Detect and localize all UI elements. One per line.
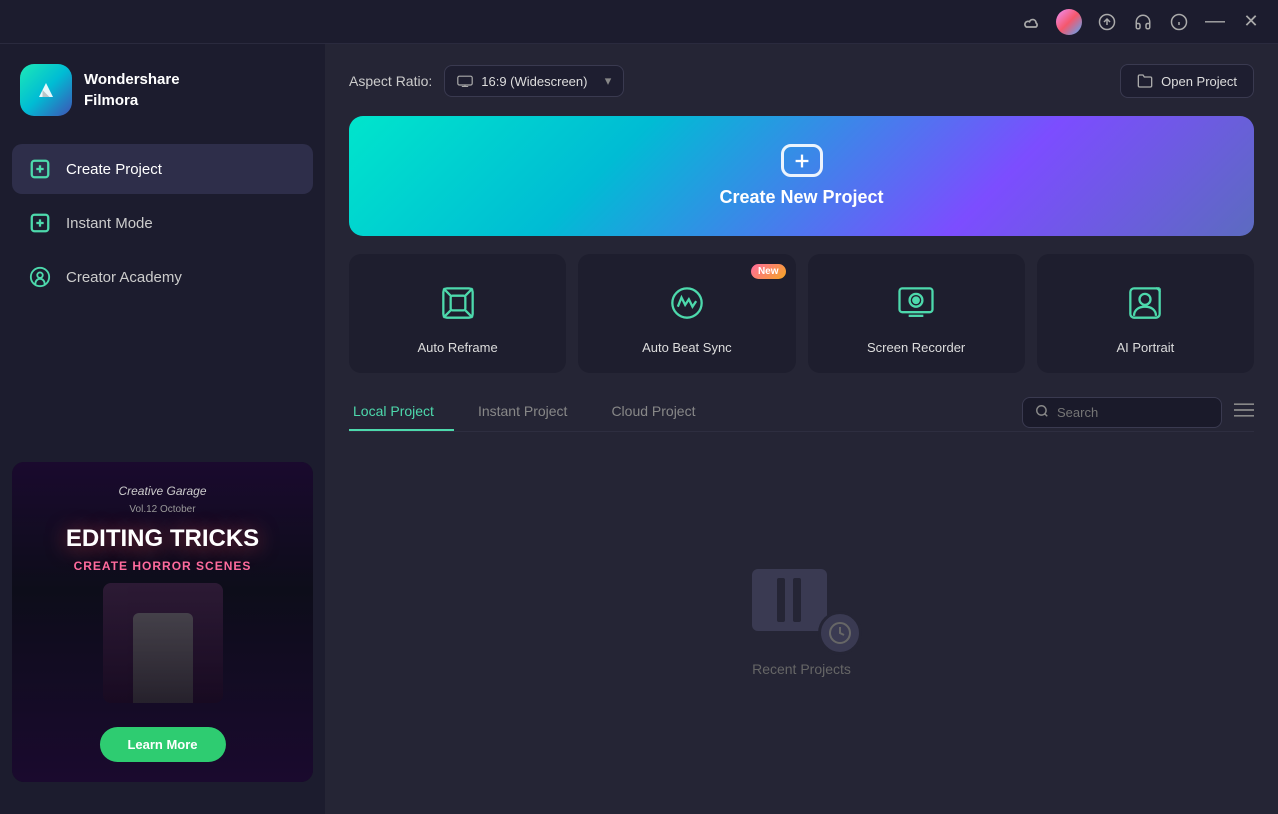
auto-beat-sync-label: Auto Beat Sync <box>642 340 732 355</box>
tab-instant-project[interactable]: Instant Project <box>474 393 588 431</box>
open-project-button[interactable]: Open Project <box>1120 64 1254 98</box>
recent-projects-label: Recent Projects <box>752 661 851 677</box>
aspect-ratio-section: Aspect Ratio: 16:9 (Widescreen) ▾ <box>349 65 624 97</box>
new-badge: New <box>751 264 786 279</box>
search-icon <box>1035 404 1049 421</box>
ai-portrait-label: AI Portrait <box>1116 340 1174 355</box>
banner-vol: Vol.12 October <box>129 504 195 515</box>
search-box[interactable] <box>1022 397 1222 428</box>
creator-academy-icon <box>28 265 52 289</box>
close-icon[interactable]: ✕ <box>1240 11 1262 33</box>
monitor-icon <box>457 75 473 87</box>
banner-subtitle: CREATE HORROR SCENES <box>74 559 252 573</box>
sidebar-banner: Creative Garage Vol.12 October EDITING T… <box>12 462 313 782</box>
sidebar-item-creator-academy[interactable]: Creator Academy <box>12 252 313 302</box>
cloud-icon[interactable] <box>1020 11 1042 33</box>
app-name: Wondershare Filmora <box>84 69 180 111</box>
tab-local-project[interactable]: Local Project <box>349 393 454 431</box>
folder-icon <box>1137 73 1153 89</box>
sidebar-navigation: Create Project Instant Mode Creator <box>0 144 325 302</box>
info-icon[interactable] <box>1168 11 1190 33</box>
feature-card-ai-portrait[interactable]: AI Portrait <box>1037 254 1254 373</box>
instant-mode-icon <box>28 211 52 235</box>
feature-cards: Auto Reframe New Auto Beat Sync <box>349 254 1254 373</box>
headphone-icon[interactable] <box>1132 11 1154 33</box>
feature-card-screen-recorder[interactable]: Screen Recorder <box>808 254 1025 373</box>
create-new-project-banner[interactable]: Create New Project <box>349 116 1254 236</box>
auto-reframe-icon <box>433 278 483 328</box>
screen-recorder-icon <box>891 278 941 328</box>
auto-reframe-label: Auto Reframe <box>418 340 498 355</box>
list-toggle-icon[interactable] <box>1234 402 1254 423</box>
feature-card-auto-reframe[interactable]: Auto Reframe <box>349 254 566 373</box>
projects-empty-state: Recent Projects <box>349 448 1254 794</box>
top-bar: Aspect Ratio: 16:9 (Widescreen) ▾ Open P… <box>349 64 1254 98</box>
screen-recorder-label: Screen Recorder <box>867 340 965 355</box>
search-input[interactable] <box>1057 405 1207 420</box>
project-tabs-area: Local Project Instant Project Cloud Proj… <box>349 393 1254 794</box>
logo: Wondershare Filmora <box>0 64 325 144</box>
ai-portrait-icon <box>1120 278 1170 328</box>
app-body: Wondershare Filmora Create Project <box>0 44 1278 814</box>
aspect-ratio-value: 16:9 (Widescreen) <box>481 74 587 89</box>
banner-creative: Creative Garage <box>118 484 206 498</box>
create-project-label: Create Project <box>66 161 162 178</box>
create-project-plus-icon <box>781 144 823 177</box>
create-new-project-label: Create New Project <box>719 187 883 208</box>
chevron-down-icon: ▾ <box>605 73 612 89</box>
user-avatar[interactable] <box>1056 9 1082 35</box>
aspect-ratio-label: Aspect Ratio: <box>349 73 432 89</box>
tabs-right <box>1022 397 1254 428</box>
sidebar: Wondershare Filmora Create Project <box>0 44 325 814</box>
auto-beat-sync-icon <box>662 278 712 328</box>
upload-icon[interactable] <box>1096 11 1118 33</box>
empty-icon <box>752 565 852 645</box>
feature-card-auto-beat-sync[interactable]: New Auto Beat Sync <box>578 254 795 373</box>
open-project-label: Open Project <box>1161 74 1237 89</box>
sidebar-item-instant-mode[interactable]: Instant Mode <box>12 198 313 248</box>
minimize-icon[interactable]: — <box>1204 11 1226 33</box>
app-logo-icon <box>20 64 72 116</box>
banner-main-title: EDITING TRICKS <box>66 525 259 553</box>
create-project-icon <box>28 157 52 181</box>
creator-academy-label: Creator Academy <box>66 269 182 286</box>
sidebar-item-create-project[interactable]: Create Project <box>12 144 313 194</box>
aspect-ratio-dropdown[interactable]: 16:9 (Widescreen) ▾ <box>444 65 624 97</box>
instant-mode-label: Instant Mode <box>66 215 153 232</box>
tab-cloud-project[interactable]: Cloud Project <box>607 393 715 431</box>
title-bar: — ✕ <box>0 0 1278 44</box>
learn-more-button[interactable]: Learn More <box>99 727 225 762</box>
main-content: Aspect Ratio: 16:9 (Widescreen) ▾ Open P… <box>325 44 1278 814</box>
tabs-header: Local Project Instant Project Cloud Proj… <box>349 393 1254 432</box>
